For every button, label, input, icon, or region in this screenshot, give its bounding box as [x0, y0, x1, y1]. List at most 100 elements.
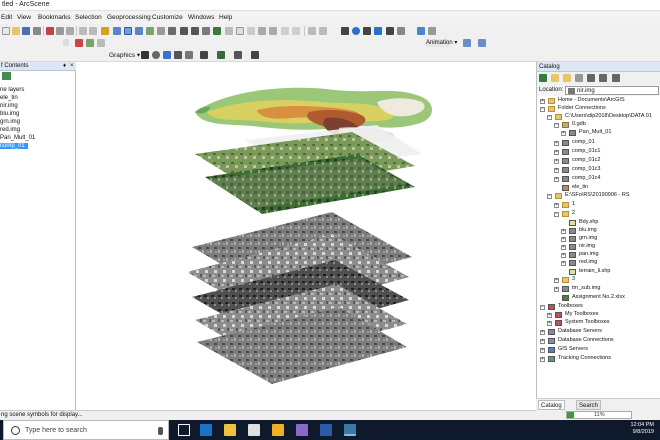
tree-item[interactable]: tm_sub.img: [572, 285, 600, 291]
tree-item[interactable]: comp_01c4: [572, 175, 600, 181]
expand-toggle[interactable]: +: [554, 141, 559, 146]
tree-item[interactable]: comp_01c2: [572, 157, 600, 163]
view-icon[interactable]: [113, 27, 121, 35]
toc-item[interactable]: nir.img: [0, 103, 18, 109]
arctoolbox-icon[interactable]: [417, 27, 425, 35]
tree-item[interactable]: comp_01: [572, 139, 595, 145]
expand-toggle[interactable]: +: [554, 168, 559, 173]
tree-item[interactable]: Toolboxes: [558, 303, 583, 309]
expand-toggle[interactable]: +: [540, 99, 545, 104]
tree-item[interactable]: terrain_li.shp: [579, 268, 611, 274]
swipe-icon[interactable]: [292, 27, 300, 35]
file-explorer-icon[interactable]: [224, 424, 236, 436]
expand-toggle[interactable]: +: [561, 229, 566, 234]
line-color-icon[interactable]: [217, 51, 225, 59]
tree-item[interactable]: Bdy.shp: [579, 219, 598, 225]
expand-toggle[interactable]: +: [554, 150, 559, 155]
expand-toggle[interactable]: +: [540, 339, 545, 344]
expand-toggle[interactable]: +: [554, 287, 559, 292]
tree-item[interactable]: Database Connections: [558, 337, 614, 343]
toc-item-selected[interactable]: comp_01: [0, 143, 28, 149]
expand-toggle[interactable]: −: [554, 123, 559, 128]
expand-toggle[interactable]: +: [561, 261, 566, 266]
zoom-target-icon[interactable]: [157, 27, 165, 35]
toc-item[interactable]: Pan_Mult_01: [0, 135, 35, 141]
tree-item[interactable]: ele_tin: [572, 184, 588, 190]
full-extent-icon[interactable]: [213, 27, 221, 35]
expand-toggle[interactable]: +: [547, 313, 552, 318]
expand-toggle[interactable]: −: [547, 194, 552, 199]
toc-item[interactable]: red.img: [0, 127, 20, 133]
toolbox-icon[interactable]: [397, 27, 405, 35]
menu-selection[interactable]: Selection: [75, 14, 102, 21]
store-icon[interactable]: [248, 424, 260, 436]
text-graphic-icon[interactable]: [185, 51, 193, 59]
tree-item[interactable]: red.img: [579, 259, 597, 265]
animation-record-icon[interactable]: [463, 39, 471, 47]
tree-item[interactable]: Home - Documents\ArcGIS: [558, 97, 625, 103]
tool-2-icon[interactable]: [319, 27, 327, 35]
expand-toggle[interactable]: +: [547, 321, 552, 326]
tree-item[interactable]: System Toolboxes: [565, 319, 610, 325]
connect-folder-icon[interactable]: [563, 74, 571, 82]
animation-label[interactable]: Animation ▾: [426, 39, 457, 46]
location-field[interactable]: nir.img: [565, 86, 659, 95]
expand-toggle[interactable]: +: [561, 131, 566, 136]
expand-toggle[interactable]: −: [540, 305, 545, 310]
back-icon[interactable]: [539, 74, 547, 82]
arcscene-icon[interactable]: [344, 424, 356, 436]
set-observer-icon[interactable]: [168, 27, 176, 35]
tree-item[interactable]: 0.gdb: [572, 121, 586, 127]
tree-item[interactable]: blu.img: [579, 227, 597, 233]
scene-view[interactable]: [77, 62, 535, 410]
menu-windows[interactable]: Windows: [188, 14, 214, 21]
tab-search[interactable]: Search: [576, 400, 602, 410]
expand-toggle[interactable]: +: [554, 159, 559, 164]
layer-tool-2-icon[interactable]: [86, 39, 94, 47]
expand-toggle[interactable]: +: [561, 253, 566, 258]
menu-edit[interactable]: Edit: [1, 14, 12, 21]
app-icon[interactable]: [296, 424, 308, 436]
tree-item[interactable]: comp_01c3: [572, 166, 600, 172]
pan-icon[interactable]: [202, 27, 210, 35]
menu-bookmarks[interactable]: Bookmarks: [38, 14, 71, 21]
tree-item[interactable]: 2: [572, 210, 575, 216]
animation-play-icon[interactable]: [478, 39, 486, 47]
target-icon[interactable]: [146, 27, 154, 35]
save-icon[interactable]: [22, 27, 30, 35]
print-icon[interactable]: [33, 27, 41, 35]
copy-icon[interactable]: [56, 27, 64, 35]
narrow-fov-icon[interactable]: [258, 27, 266, 35]
layer-tool-1-icon[interactable]: [75, 39, 83, 47]
tree-item[interactable]: My Toolboxes: [565, 311, 599, 317]
toc-item[interactable]: blu.img: [0, 111, 19, 117]
graphics-menu[interactable]: Graphics ▾: [109, 51, 140, 59]
expand-toggle[interactable]: −: [547, 115, 552, 120]
expand-toggle[interactable]: +: [554, 177, 559, 182]
tree-item[interactable]: Tracking Connections: [558, 355, 611, 361]
identify-icon[interactable]: [352, 27, 360, 35]
measure-icon[interactable]: [386, 27, 394, 35]
expand-fov-icon[interactable]: [269, 27, 277, 35]
folder-icon[interactable]: [272, 424, 284, 436]
marker-color-icon[interactable]: [234, 51, 242, 59]
expand-toggle[interactable]: −: [554, 212, 559, 217]
tree-item[interactable]: C:\Users\dip2018\Desktop\DATA 01: [565, 113, 652, 119]
zoom-in-icon[interactable]: [180, 27, 188, 35]
tab-catalog[interactable]: Catalog: [538, 400, 565, 410]
zoom-layer-icon[interactable]: [281, 27, 289, 35]
views-icon[interactable]: [587, 74, 595, 82]
line-icon[interactable]: [163, 51, 171, 59]
options-icon[interactable]: [599, 74, 607, 82]
layer-tool-3-icon[interactable]: [97, 39, 105, 47]
tree-item[interactable]: nir.img: [579, 243, 595, 249]
zoom-out-icon[interactable]: [191, 27, 199, 35]
cut-icon[interactable]: [46, 27, 54, 35]
fly-icon[interactable]: [135, 27, 143, 35]
find-icon[interactable]: [363, 27, 371, 35]
expand-toggle[interactable]: +: [554, 203, 559, 208]
open-icon[interactable]: [12, 27, 20, 35]
expand-toggle[interactable]: +: [554, 278, 559, 283]
microphone-icon[interactable]: [158, 427, 163, 435]
home-folder-icon[interactable]: [551, 74, 559, 82]
